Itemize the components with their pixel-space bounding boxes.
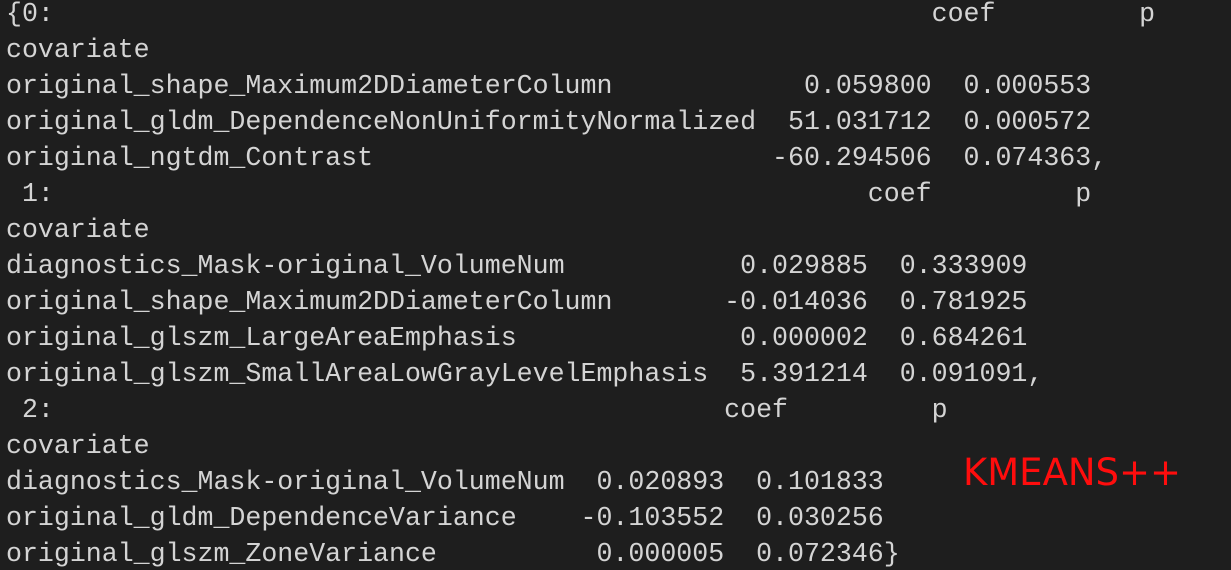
console-line: covariate — [6, 35, 150, 65]
console-line: 2: coef p — [6, 395, 948, 425]
console-output-panel: {0: coef p covariate original_shape_Maximu… — [0, 0, 1231, 570]
console-line: original_shape_Maximum2DDiameterColumn -… — [6, 287, 1028, 317]
console-line: original_glszm_SmallAreaLowGrayLevelEmph… — [6, 359, 1044, 389]
console-line: original_gldm_DependenceNonUniformityNor… — [6, 107, 1092, 137]
console-line: original_ngtdm_Contrast -60.294506 0.074… — [6, 143, 1108, 173]
console-line: {0: coef p — [6, 0, 1156, 29]
console-line: covariate — [6, 215, 150, 245]
console-line: original_gldm_DependenceVariance -0.1035… — [6, 503, 884, 533]
console-line: original_shape_Maximum2DDiameterColumn 0… — [6, 71, 1092, 101]
console-line: diagnostics_Mask-original_VolumeNum 0.02… — [6, 251, 1028, 281]
kmeans-annotation-label: KMEANS++ — [963, 451, 1182, 494]
console-line: 1: coef p — [6, 179, 1092, 209]
console-line: original_glszm_LargeAreaEmphasis 0.00000… — [6, 323, 1028, 353]
console-line: original_glszm_ZoneVariance 0.000005 0.0… — [6, 539, 900, 569]
